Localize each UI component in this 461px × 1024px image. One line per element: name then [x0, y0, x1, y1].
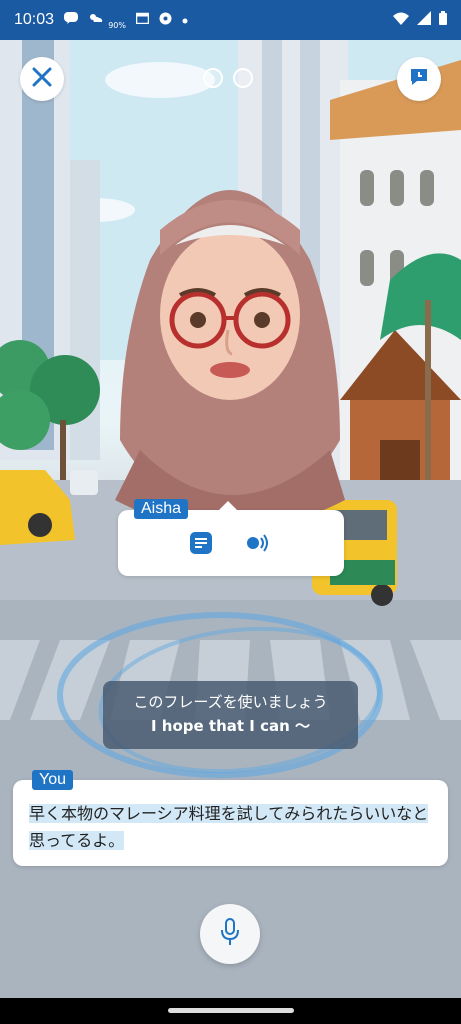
weather-icon: 90% [88, 12, 126, 30]
user-answer-text: 早く本物のマレーシア料理を試してみられたらいいなと思ってるよ。 [29, 800, 432, 854]
chat-hint-icon [409, 67, 429, 91]
wifi-icon [393, 11, 409, 29]
progress-dot [203, 68, 223, 88]
dot-icon [182, 13, 188, 28]
status-time: 10:03 [14, 11, 55, 28]
user-answer-highlight: 早く本物のマレーシア料理を試してみられたらいいなと思ってるよ。 [29, 804, 429, 850]
audio-button[interactable] [246, 532, 272, 558]
audio-icon [245, 532, 273, 558]
phrase-hint-phrase: I hope that I can 〜 [150, 717, 310, 735]
progress-dots [203, 68, 253, 88]
battery-icon [439, 11, 447, 29]
microphone-icon [220, 918, 240, 950]
phrase-hint: このフレーズを使いましょう I hope that I can 〜 [103, 681, 358, 749]
user-answer-box: 早く本物のマレーシア料理を試してみられたらいいなと思ってるよ。 [13, 780, 448, 866]
navigation-bar [0, 998, 461, 1024]
phrase-hint-instruction: このフレーズを使いましょう [133, 693, 328, 711]
transcript-icon [189, 531, 213, 559]
status-bar: 10:03 90% [0, 0, 461, 40]
battery-badge: 90% [108, 21, 126, 30]
soccer-icon [159, 12, 172, 29]
user-label: You [32, 770, 73, 790]
microphone-button[interactable] [200, 904, 260, 964]
signal-icon [417, 11, 431, 29]
character-name: Aisha [134, 499, 189, 519]
line-icon [64, 12, 79, 28]
close-button[interactable] [20, 57, 64, 101]
hint-button[interactable] [397, 57, 441, 101]
progress-dot [233, 68, 253, 88]
home-handle[interactable] [168, 1008, 294, 1013]
character-card [118, 501, 344, 576]
close-icon [32, 67, 52, 91]
transcript-button[interactable] [188, 532, 214, 558]
calendar-icon [135, 12, 150, 28]
